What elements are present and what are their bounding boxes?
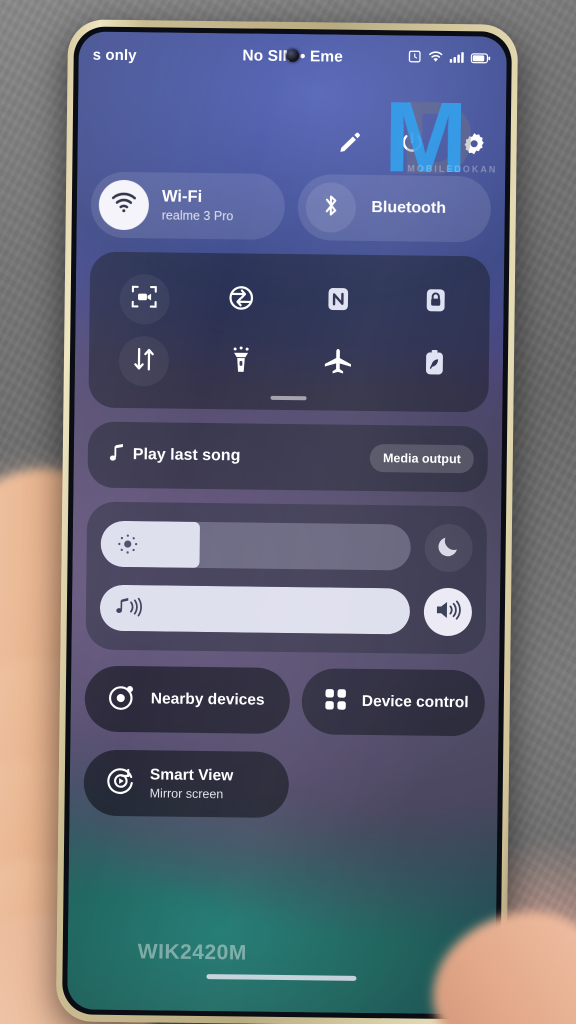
battery-icon xyxy=(470,51,491,68)
media-output-button[interactable]: Media output xyxy=(369,444,474,474)
panel-drag-handle[interactable] xyxy=(270,395,307,401)
wifi-subtitle: realme 3 Pro xyxy=(161,208,234,224)
watermark-brand-text: MOBILEDOKAN xyxy=(407,163,498,175)
mobile-data-button[interactable] xyxy=(118,335,169,387)
pencil-icon xyxy=(337,130,361,159)
wifi-icon xyxy=(110,191,138,219)
toggles-row-2 xyxy=(95,330,484,397)
media-label-group: Play last song xyxy=(109,443,241,468)
brightness-slider-fill xyxy=(100,520,201,568)
volume-slider-fill xyxy=(99,584,411,635)
media-volume-icon xyxy=(116,597,146,619)
smart-view-subtitle: Mirror screen xyxy=(149,786,224,801)
toggles-card xyxy=(88,251,491,413)
screen-recorder-toggle[interactable] xyxy=(95,268,193,331)
phone-device: s only No SIM • Eme Wi-Fi realme 3 Pro B… xyxy=(55,19,519,1024)
nearby-share-icon xyxy=(107,681,137,716)
alarm-icon xyxy=(408,49,422,67)
screen-lock-button[interactable] xyxy=(410,277,461,328)
wifi-tile[interactable]: Wi-Fi realme 3 Pro xyxy=(90,171,285,240)
nearby-devices-title: Nearby devices xyxy=(150,690,265,710)
nearby-devices-text: Nearby devices xyxy=(151,691,265,710)
nfc-button[interactable] xyxy=(313,276,364,327)
nearby-devices-tile[interactable]: Nearby devices xyxy=(84,665,291,735)
data-arrows-icon xyxy=(129,345,157,378)
sliders-card xyxy=(85,501,488,655)
sound-mode-button[interactable] xyxy=(423,587,473,637)
flashlight-icon xyxy=(228,346,252,379)
airplane-icon xyxy=(322,347,352,380)
brightness-icon xyxy=(117,533,139,555)
mobile-data-toggle[interactable] xyxy=(95,330,193,393)
moon-icon xyxy=(437,533,461,562)
screen-lock-toggle[interactable] xyxy=(386,271,484,334)
battery-leaf-icon xyxy=(423,348,446,381)
quick-settings-panel: Wi-Fi realme 3 Pro Bluetooth Play last s… xyxy=(67,171,505,1014)
smart-view-icon xyxy=(106,765,136,800)
nfc-icon xyxy=(325,285,352,317)
auto-rotate-toggle[interactable] xyxy=(192,269,290,332)
airplane-mode-toggle[interactable] xyxy=(289,332,387,395)
wifi-icon xyxy=(428,50,444,68)
grid-squares-icon xyxy=(324,687,348,716)
volume-slider[interactable] xyxy=(99,584,411,635)
power-saving-toggle[interactable] xyxy=(386,333,484,396)
power-button[interactable] xyxy=(397,131,425,159)
shortcuts-row-2: Smart View Mirror screen xyxy=(83,749,484,821)
connectivity-row: Wi-Fi realme 3 Pro Bluetooth xyxy=(90,171,492,243)
gear-icon xyxy=(461,131,486,161)
flashlight-button[interactable] xyxy=(215,337,266,388)
device-control-tile[interactable]: Device control xyxy=(301,668,486,737)
photo-scene: s only No SIM • Eme Wi-Fi realme 3 Pro B… xyxy=(0,0,576,1024)
toggles-row-1 xyxy=(95,268,484,335)
signal-icon xyxy=(449,50,465,68)
nfc-toggle[interactable] xyxy=(289,270,387,333)
device-control-title: Device control xyxy=(361,693,469,712)
smart-view-text: Smart View Mirror screen xyxy=(150,767,234,801)
device-control-text: Device control xyxy=(362,693,469,712)
wifi-tile-text: Wi-Fi realme 3 Pro xyxy=(162,188,234,224)
airplane-mode-button[interactable] xyxy=(312,338,363,389)
power-saving-button[interactable] xyxy=(409,339,460,390)
media-label-text: Play last song xyxy=(132,446,241,465)
sync-rotate-icon xyxy=(227,283,256,317)
front-camera-icon xyxy=(286,48,300,63)
status-left-text: s only xyxy=(92,46,137,64)
music-note-icon xyxy=(109,443,124,466)
auto-rotate-button[interactable] xyxy=(216,275,267,326)
volume-row xyxy=(99,584,473,637)
wifi-tile-icon-bg xyxy=(98,179,150,231)
settings-button[interactable] xyxy=(459,132,487,160)
media-card[interactable]: Play last song Media output xyxy=(87,421,489,493)
smart-view-title: Smart View xyxy=(149,766,234,785)
brightness-slider[interactable] xyxy=(100,520,411,571)
bluetooth-title: Bluetooth xyxy=(371,199,447,217)
phone-screen: s only No SIM • Eme Wi-Fi realme 3 Pro B… xyxy=(67,31,507,1015)
screen-recorder-icon xyxy=(131,283,158,315)
power-icon xyxy=(399,130,424,160)
lock-icon xyxy=(423,287,447,319)
smart-view-tile[interactable]: Smart View Mirror screen xyxy=(83,749,290,819)
edit-button[interactable] xyxy=(335,131,363,159)
dark-mode-button[interactable] xyxy=(424,523,473,573)
bluetooth-icon xyxy=(318,192,342,223)
flashlight-toggle[interactable] xyxy=(192,331,290,394)
screen-recorder-button[interactable] xyxy=(118,273,170,325)
wifi-title: Wi-Fi xyxy=(161,187,203,207)
bluetooth-tile[interactable]: Bluetooth xyxy=(296,174,492,243)
speaker-icon xyxy=(434,597,462,626)
brightness-row xyxy=(100,520,473,573)
status-icons xyxy=(408,49,491,68)
header-actions xyxy=(335,131,487,161)
bluetooth-tile-icon-bg xyxy=(305,182,356,233)
shortcuts-row-1: Nearby devices Device control xyxy=(84,665,486,737)
